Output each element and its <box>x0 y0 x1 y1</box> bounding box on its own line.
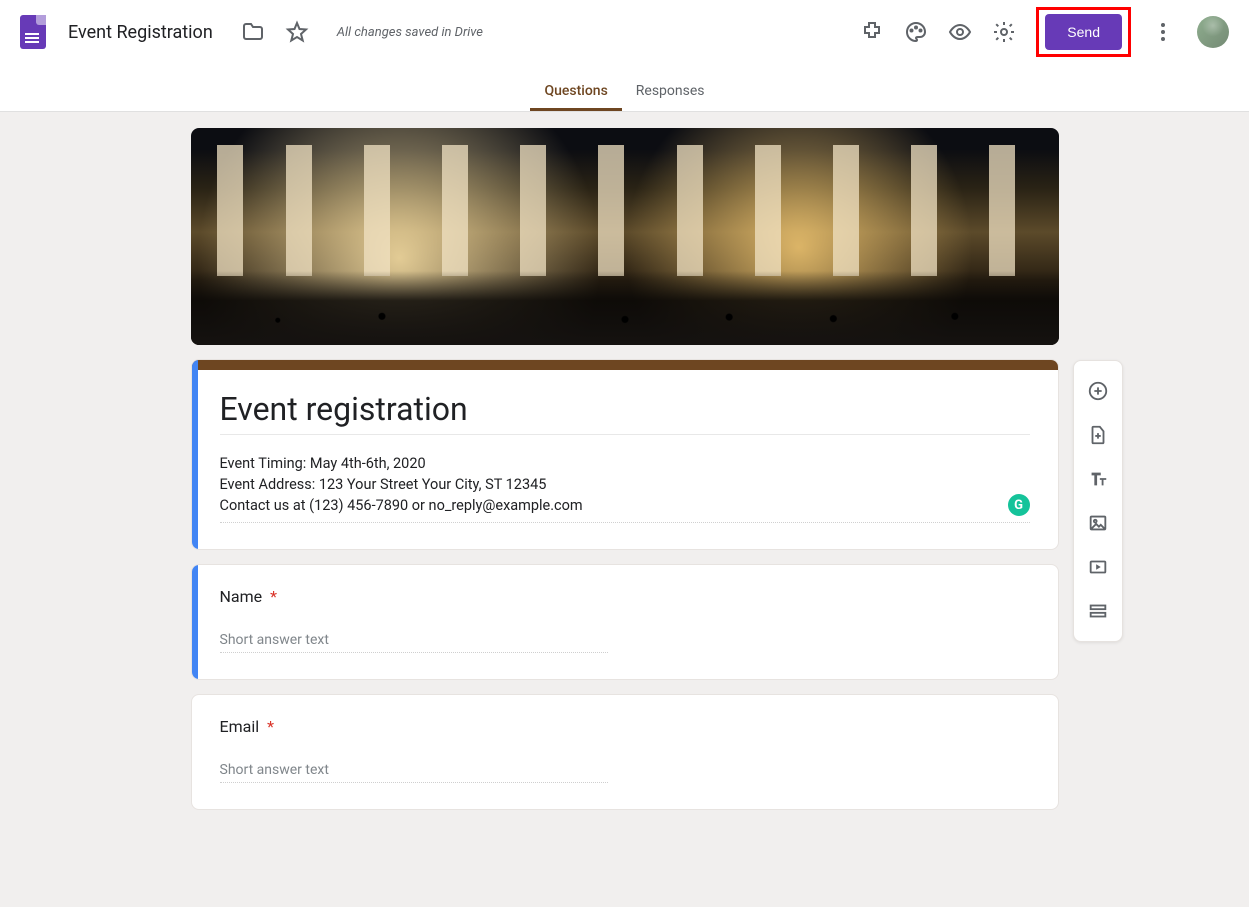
question-card[interactable]: Email * Short answer text <box>191 694 1059 810</box>
forms-logo-icon[interactable] <box>20 15 46 49</box>
form-description-line: Event Address: 123 Your Street Your City… <box>220 476 547 493</box>
tab-questions[interactable]: Questions <box>530 83 621 111</box>
form-description-line: Contact us at (123) 456-7890 or no_reply… <box>220 497 583 514</box>
active-edge-icon <box>192 565 198 679</box>
move-to-folder-icon[interactable] <box>241 20 265 44</box>
account-avatar[interactable] <box>1197 16 1229 48</box>
form-description[interactable]: Event Timing: May 4th-6th, 2020 Event Ad… <box>220 453 1030 523</box>
customize-theme-icon[interactable] <box>904 20 928 44</box>
question-label-text: Email <box>220 717 260 736</box>
question-card[interactable]: Name * Short answer text <box>191 564 1059 680</box>
form-header-image[interactable] <box>191 128 1059 345</box>
question-toolbar <box>1073 360 1123 642</box>
star-icon[interactable] <box>285 20 309 44</box>
preview-icon[interactable] <box>948 20 972 44</box>
send-button-highlight: Send <box>1036 7 1131 57</box>
tabs-bar: Questions Responses <box>0 64 1249 112</box>
required-marker: * <box>267 717 274 736</box>
tab-responses[interactable]: Responses <box>622 83 719 111</box>
form-title[interactable]: Event registration <box>220 390 1030 435</box>
app-header: Event Registration All changes saved in … <box>0 0 1249 64</box>
add-video-icon[interactable] <box>1086 555 1110 579</box>
settings-icon[interactable] <box>992 20 1016 44</box>
send-button[interactable]: Send <box>1045 14 1122 50</box>
add-section-icon[interactable] <box>1086 599 1110 623</box>
import-questions-icon[interactable] <box>1086 423 1110 447</box>
question-label[interactable]: Email * <box>220 717 1030 736</box>
question-label-text: Name <box>220 587 263 606</box>
form-canvas: Event registration Event Timing: May 4th… <box>0 112 1249 850</box>
form-title-card[interactable]: Event registration Event Timing: May 4th… <box>191 359 1059 550</box>
short-answer-placeholder[interactable]: Short answer text <box>220 632 609 653</box>
grammarly-icon[interactable]: G <box>1008 494 1030 516</box>
required-marker: * <box>270 587 277 606</box>
save-status: All changes saved in Drive <box>337 25 483 40</box>
add-question-icon[interactable] <box>1086 379 1110 403</box>
form-description-line: Event Timing: May 4th-6th, 2020 <box>220 455 426 472</box>
short-answer-placeholder[interactable]: Short answer text <box>220 762 609 783</box>
document-title[interactable]: Event Registration <box>68 22 213 43</box>
add-title-icon[interactable] <box>1086 467 1110 491</box>
add-image-icon[interactable] <box>1086 511 1110 535</box>
addons-icon[interactable] <box>860 20 884 44</box>
active-edge-icon <box>192 360 198 549</box>
more-menu-icon[interactable] <box>1151 20 1175 44</box>
form-column: Event registration Event Timing: May 4th… <box>191 128 1059 810</box>
question-label[interactable]: Name * <box>220 587 1030 606</box>
